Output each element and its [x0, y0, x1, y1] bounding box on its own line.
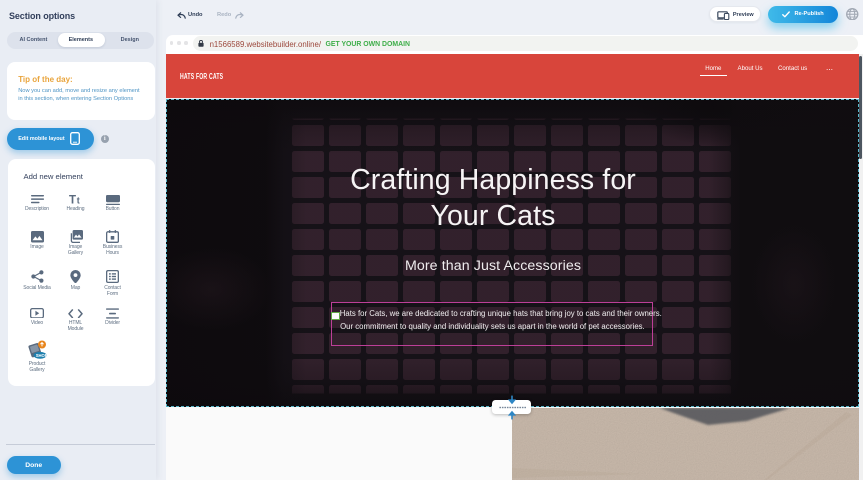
svg-text:t: t: [76, 195, 79, 204]
svg-text:SHOP: SHOP: [35, 353, 47, 358]
svg-text:T: T: [69, 194, 76, 204]
